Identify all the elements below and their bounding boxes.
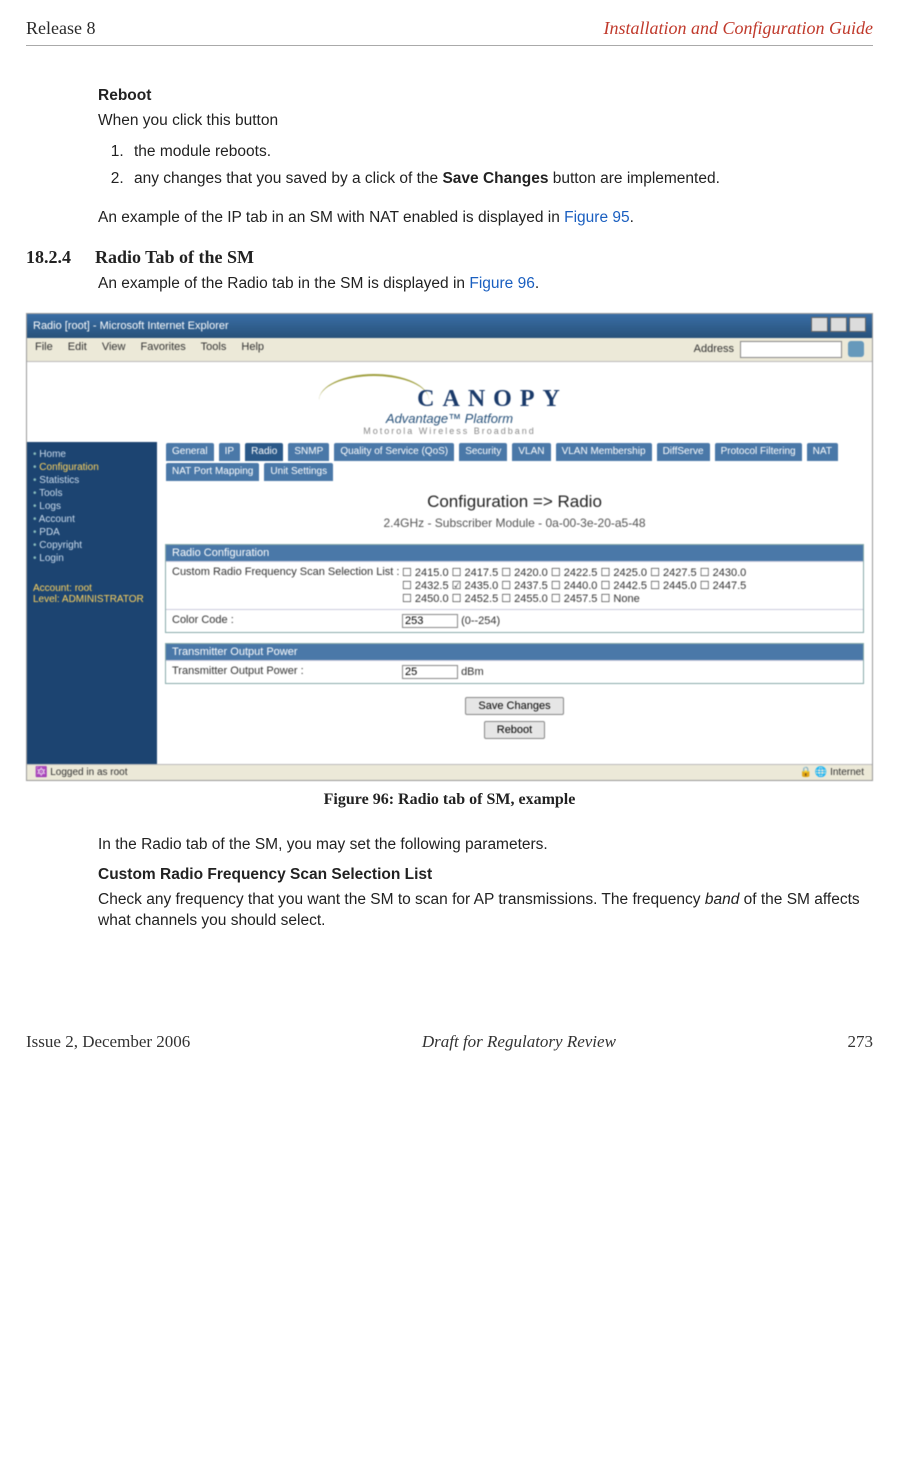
maximize-icon[interactable] xyxy=(830,317,847,332)
running-footer: Issue 2, December 2006 Draft for Regulat… xyxy=(26,942,873,1052)
save-changes-strong: Save Changes xyxy=(442,170,548,187)
radio-configuration-header: Radio Configuration xyxy=(166,545,863,561)
radio-tab-pre: An example of the Radio tab in the SM is… xyxy=(98,275,469,292)
tx-power-panel: Transmitter Output Power Transmitter Out… xyxy=(165,643,864,684)
menu-bar: File Edit View Favorites Tools Help xyxy=(35,341,276,358)
custom-freq-heading: Custom Radio Frequency Scan Selection Li… xyxy=(98,865,871,886)
sidebar-item-tools[interactable]: Tools xyxy=(33,487,151,500)
minimize-icon[interactable] xyxy=(811,317,828,332)
status-left: 🔯 Logged in as root xyxy=(35,767,128,778)
status-left-text: Logged in as root xyxy=(50,767,127,778)
figure-96-link[interactable]: Figure 96 xyxy=(469,275,534,292)
tab-vlan-membership[interactable]: VLAN Membership xyxy=(556,443,652,461)
address-label: Address xyxy=(694,343,734,355)
menu-favorites[interactable]: Favorites xyxy=(141,341,186,353)
logo-arc-icon xyxy=(319,374,429,400)
custom-freq-label: Custom Radio Frequency Scan Selection Li… xyxy=(172,566,402,605)
freq-row-3[interactable]: ☐ 2450.0 ☐ 2452.5 ☐ 2455.0 ☐ 2457.5 ☐ No… xyxy=(402,592,640,605)
tx-power-label: Transmitter Output Power : xyxy=(172,665,402,679)
tx-power-header: Transmitter Output Power xyxy=(166,644,863,660)
tab-unit-settings[interactable]: Unit Settings xyxy=(264,463,333,481)
brand-text: CANOPY xyxy=(417,386,568,412)
sidebar-item-copyright[interactable]: Copyright xyxy=(33,539,151,552)
tab-vlan[interactable]: VLAN xyxy=(512,443,550,461)
account-label: Account: root xyxy=(33,583,151,594)
tab-qos[interactable]: Quality of Service (QoS) xyxy=(334,443,454,461)
sidebar-item-logs[interactable]: Logs xyxy=(33,500,151,513)
color-code-input[interactable] xyxy=(402,614,458,628)
figure-95-link[interactable]: Figure 95 xyxy=(564,209,629,226)
tab-ip[interactable]: IP xyxy=(219,443,240,461)
status-right: 🔒 🌐 Internet xyxy=(800,767,864,778)
custom-freq-checkboxes[interactable]: ☐ 2415.0 ☐ 2417.5 ☐ 2420.0 ☐ 2422.5 ☐ 24… xyxy=(402,566,857,605)
tab-snmp[interactable]: SNMP xyxy=(288,443,329,461)
brand-sub1: Advantage™ Platform xyxy=(27,411,872,426)
save-changes-button[interactable]: Save Changes xyxy=(465,697,563,715)
brand-sub2: Motorola Wireless Broadband xyxy=(27,426,872,436)
custom-freq-body: Check any frequency that you want the SM… xyxy=(98,890,871,932)
radio-tab-sentence: An example of the Radio tab in the SM is… xyxy=(98,274,871,295)
config-page-subtitle: 2.4GHz - Subscriber Module - 0a-00-3e-20… xyxy=(165,516,864,530)
header-left: Release 8 xyxy=(26,18,95,39)
footer-mid: Draft for Regulatory Review xyxy=(422,1032,616,1052)
config-tabs: General IP Radio SNMP Quality of Service… xyxy=(165,442,864,482)
tab-protocol-filtering[interactable]: Protocol Filtering xyxy=(715,443,802,461)
close-icon[interactable] xyxy=(849,317,866,332)
custom-freq-em: band xyxy=(705,891,739,908)
ip-tab-pre: An example of the IP tab in an SM with N… xyxy=(98,209,564,226)
tab-diffserve[interactable]: DiffServe xyxy=(657,443,710,461)
reboot-heading: Reboot xyxy=(98,86,871,107)
menu-view[interactable]: View xyxy=(102,341,126,353)
menu-tools[interactable]: Tools xyxy=(201,341,227,353)
reboot-intro: When you click this button xyxy=(98,111,871,132)
sidebar-item-login[interactable]: Login xyxy=(33,552,151,565)
sidebar-item-configuration[interactable]: Configuration xyxy=(33,461,151,474)
window-title: Radio [root] - Microsoft Internet Explor… xyxy=(33,320,229,332)
sidebar-item-account[interactable]: Account xyxy=(33,513,151,526)
radio-intro-paragraph: In the Radio tab of the SM, you may set … xyxy=(98,835,871,856)
level-label: Level: ADMINISTRATOR xyxy=(33,594,151,605)
freq-row-1[interactable]: ☐ 2415.0 ☐ 2417.5 ☐ 2420.0 ☐ 2422.5 ☐ 24… xyxy=(402,566,746,579)
sidebar-item-statistics[interactable]: Statistics xyxy=(33,474,151,487)
section-title: Radio Tab of the SM xyxy=(95,247,254,268)
config-page-title: Configuration => Radio xyxy=(165,492,864,512)
reboot-step-2: any changes that you saved by a click of… xyxy=(128,169,871,190)
menu-edit[interactable]: Edit xyxy=(68,341,87,353)
tx-power-input[interactable] xyxy=(402,665,458,679)
footer-page-number: 273 xyxy=(848,1032,874,1052)
nav-sidebar: Home Configuration Statistics Tools Logs… xyxy=(27,442,157,764)
menu-file[interactable]: File xyxy=(35,341,53,353)
ip-tab-sentence: An example of the IP tab in an SM with N… xyxy=(98,208,871,229)
section-number: 18.2.4 xyxy=(26,247,71,268)
ie-logo-icon xyxy=(848,341,864,357)
tab-nat-port-mapping[interactable]: NAT Port Mapping xyxy=(166,463,259,481)
reboot-step-1: the module reboots. xyxy=(128,142,871,163)
window-controls[interactable] xyxy=(809,317,866,335)
sidebar-item-home[interactable]: Home xyxy=(33,448,151,461)
reboot-button[interactable]: Reboot xyxy=(484,721,545,739)
lock-icon: 🔒 xyxy=(800,767,812,778)
tab-security[interactable]: Security xyxy=(459,443,507,461)
tab-general[interactable]: General xyxy=(166,443,214,461)
canopy-logo: CANOPY xyxy=(27,374,872,413)
figure-caption: Figure 96: Radio tab of SM, example xyxy=(26,791,873,809)
radio-configuration-panel: Radio Configuration Custom Radio Frequen… xyxy=(165,544,864,633)
tab-nat[interactable]: NAT xyxy=(807,443,838,461)
tx-power-unit: dBm xyxy=(461,666,484,678)
embedded-screenshot: Radio [root] - Microsoft Internet Explor… xyxy=(26,313,873,781)
custom-freq-pre: Check any frequency that you want the SM… xyxy=(98,891,705,908)
running-header: Release 8 Installation and Configuration… xyxy=(26,18,873,46)
color-code-hint: (0--254) xyxy=(461,615,500,627)
footer-left: Issue 2, December 2006 xyxy=(26,1032,190,1052)
status-right-text: Internet xyxy=(830,767,864,778)
freq-row-2[interactable]: ☐ 2432.5 ☑ 2435.0 ☐ 2437.5 ☐ 2440.0 ☐ 24… xyxy=(402,579,746,592)
menu-help[interactable]: Help xyxy=(241,341,264,353)
reboot-steps: the module reboots. any changes that you… xyxy=(128,142,871,190)
address-input[interactable] xyxy=(740,341,842,358)
tab-radio[interactable]: Radio xyxy=(245,443,283,461)
color-code-label: Color Code : xyxy=(172,614,402,628)
header-right: Installation and Configuration Guide xyxy=(603,18,873,39)
sidebar-item-pda[interactable]: PDA xyxy=(33,526,151,539)
section-heading: 18.2.4 Radio Tab of the SM xyxy=(26,247,873,268)
